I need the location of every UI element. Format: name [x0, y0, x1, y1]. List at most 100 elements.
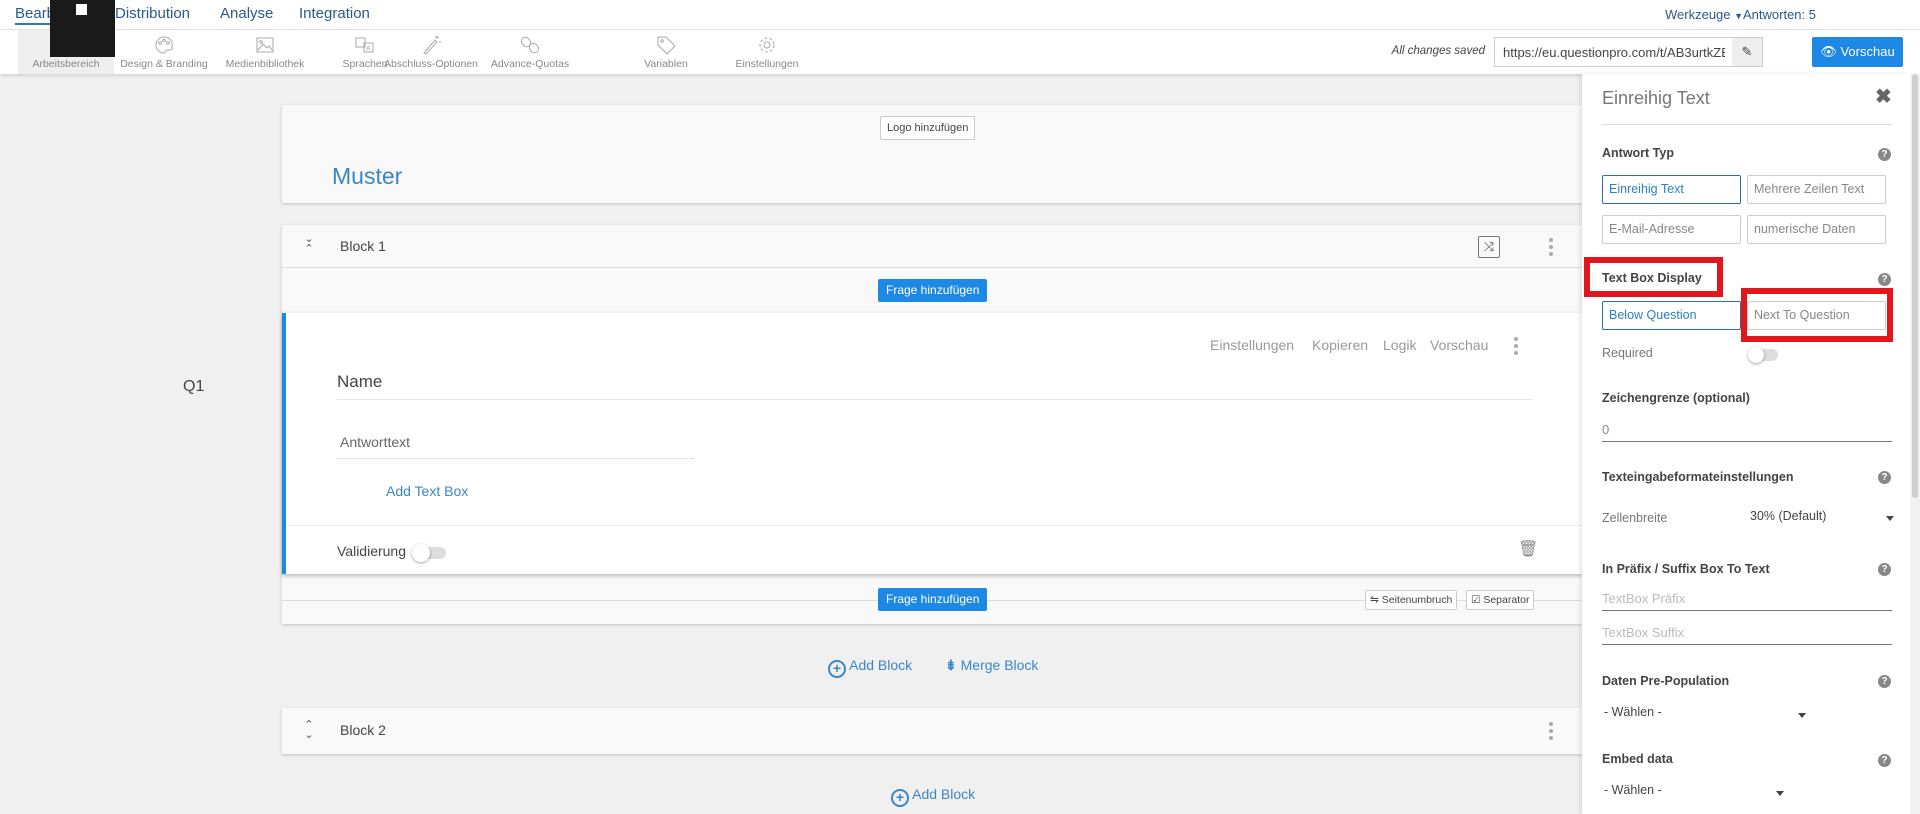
- answer-type-single-line[interactable]: Einreihig Text: [1602, 175, 1741, 204]
- embed-data-label: Embed data: [1602, 752, 1673, 766]
- highlight-box: [1741, 288, 1893, 342]
- required-label: Required: [1602, 346, 1653, 360]
- question-text[interactable]: Name: [337, 372, 382, 392]
- caret-down-icon: [1798, 713, 1806, 718]
- add-logo-button[interactable]: Logo hinzufügen: [880, 116, 976, 140]
- checkbox-checked-icon: ☑: [1471, 594, 1481, 606]
- help-icon[interactable]: ?: [1878, 273, 1891, 286]
- block-menu-icon[interactable]: [1549, 722, 1553, 743]
- tool-variablen[interactable]: Variablen: [618, 30, 714, 74]
- trash-icon[interactable]: 🗑: [1518, 539, 1538, 559]
- block-menu-icon[interactable]: [1549, 238, 1553, 259]
- tool-label: Design & Branding: [120, 58, 208, 70]
- tools-label: Werkzeuge: [1665, 7, 1731, 22]
- tag-icon: [657, 36, 676, 55]
- question-menu-icon[interactable]: [1514, 337, 1518, 358]
- merge-block-button[interactable]: ⇟ Merge Block: [945, 657, 1038, 674]
- plus-circle-icon: +: [828, 660, 846, 678]
- tool-medienbibliothek[interactable]: Medienbibliothek: [217, 30, 313, 74]
- separator-toggle[interactable]: ☑ Separator: [1466, 590, 1535, 610]
- tools-menu[interactable]: Werkzeuge ▼: [1665, 7, 1743, 22]
- expand-icon[interactable]: ⌃ ⌄: [304, 720, 314, 741]
- embed-data-select[interactable]: - Wählen -: [1602, 782, 1787, 802]
- answer-type-multi-line[interactable]: Mehrere Zeilen Text: [1747, 175, 1886, 204]
- link-icon: [520, 36, 540, 54]
- palette-icon: [155, 36, 173, 54]
- help-icon[interactable]: ?: [1878, 675, 1891, 688]
- panel-divider: [1602, 124, 1892, 125]
- answer-text-input[interactable]: Antworttext: [337, 434, 694, 459]
- add-block-button[interactable]: + Add Block: [828, 657, 912, 678]
- pencil-icon: ✎: [1741, 44, 1753, 59]
- question-preview-link[interactable]: Vorschau: [1430, 337, 1488, 353]
- add-question-button[interactable]: Frage hinzufügen: [878, 279, 988, 302]
- panel-scrollbar[interactable]: [1910, 74, 1920, 814]
- collapse-icon[interactable]: ⌄ ⌃: [304, 234, 314, 255]
- magic-wand-icon: [423, 36, 441, 55]
- add-text-box-link[interactable]: Add Text Box: [386, 483, 468, 499]
- question-number: Q1: [183, 378, 205, 395]
- close-icon[interactable]: ✖: [1875, 84, 1892, 109]
- block-title[interactable]: Block 1: [340, 238, 386, 254]
- shuffle-button[interactable]: ⤨: [1478, 236, 1500, 258]
- page-break-icon: ⇋: [1370, 594, 1379, 606]
- tool-label: Abschluss-Optionen: [384, 58, 478, 70]
- prefix-suffix-label: In Präfix / Suffix Box To Text: [1602, 562, 1770, 576]
- add-block-label: Add Block: [912, 786, 976, 802]
- question-logic-link[interactable]: Logik: [1383, 337, 1416, 353]
- help-icon[interactable]: ?: [1878, 563, 1891, 576]
- separator-label: Separator: [1483, 594, 1530, 606]
- cell-width-select[interactable]: 30% (Default): [1750, 508, 1894, 528]
- survey-title[interactable]: Muster: [332, 163, 402, 190]
- question-settings-link[interactable]: Einstellungen: [1210, 337, 1294, 353]
- help-icon[interactable]: ?: [1878, 148, 1891, 161]
- help-icon[interactable]: ?: [1878, 754, 1891, 767]
- tool-label: Arbeitsbereich: [32, 58, 100, 70]
- answer-type-email[interactable]: E-Mail-Adresse: [1602, 215, 1741, 244]
- validation-toggle[interactable]: [412, 544, 446, 562]
- suffix-input[interactable]: TextBox Suffix: [1602, 623, 1892, 645]
- survey-url-text: https://eu.questionpro.com/t/AB3urtkZB3u…: [1503, 45, 1725, 60]
- tab-analyse[interactable]: Analyse: [220, 5, 273, 22]
- panel-title: Einreihig Text: [1602, 88, 1710, 108]
- merge-icon: ⇟: [945, 657, 957, 673]
- toolbar: Arbeitsbereich Design & Branding Medienb…: [0, 30, 1920, 74]
- tool-design-branding[interactable]: Design & Branding: [116, 30, 212, 74]
- question-card[interactable]: Einstellungen Kopieren Logik Vorschau Na…: [282, 313, 1582, 574]
- embed-data-value: - Wählen -: [1604, 783, 1662, 797]
- redaction-mark: [76, 4, 87, 15]
- tool-label: Variablen: [644, 58, 688, 70]
- edit-url-button[interactable]: ✎: [1732, 38, 1762, 66]
- scrollbar-thumb[interactable]: [1912, 74, 1918, 498]
- answer-type-numeric[interactable]: numerische Daten: [1747, 215, 1886, 244]
- char-limit-input[interactable]: 0: [1602, 420, 1892, 442]
- required-toggle[interactable]: [1748, 347, 1778, 363]
- block-title[interactable]: Block 2: [340, 722, 386, 738]
- merge-block-label: Merge Block: [960, 657, 1039, 673]
- question-properties-panel: Einreihig Text ✖ Antwort Typ ? Einreihig…: [1582, 74, 1910, 814]
- tool-einstellungen[interactable]: Einstellungen: [719, 30, 815, 74]
- tool-advance-quotas[interactable]: Advance-Quotas: [482, 30, 578, 74]
- prepopulation-select[interactable]: - Wählen -: [1602, 704, 1807, 724]
- cell-width-label: Zellenbreite: [1602, 511, 1668, 525]
- top-nav: Bearbeiten Distribution Analyse Integrat…: [0, 0, 1920, 30]
- add-block-label: Add Block: [849, 657, 913, 673]
- display-below-question[interactable]: Below Question: [1602, 301, 1741, 330]
- survey-url-field[interactable]: https://eu.questionpro.com/t/AB3urtkZB3u…: [1494, 37, 1763, 67]
- tab-distribution[interactable]: Distribution: [115, 5, 190, 22]
- add-block-button-bottom[interactable]: + Add Block: [891, 786, 975, 807]
- question-copy-link[interactable]: Kopieren: [1312, 337, 1368, 353]
- plus-circle-icon: +: [891, 789, 909, 807]
- tab-integration[interactable]: Integration: [299, 5, 370, 22]
- preview-button[interactable]: 👁 Vorschau: [1812, 37, 1903, 67]
- char-limit-label: Zeichengrenze (optional): [1602, 391, 1750, 405]
- add-question-button-bottom[interactable]: Frage hinzufügen: [878, 588, 988, 611]
- prefix-input[interactable]: TextBox Präfix: [1602, 589, 1892, 611]
- page-break-button[interactable]: ⇋ Seitenumbruch: [1365, 590, 1458, 610]
- eye-icon: 👁: [1820, 44, 1837, 59]
- help-icon[interactable]: ?: [1878, 471, 1891, 484]
- validation-label: Validierung: [337, 543, 407, 559]
- responses-count[interactable]: Antworten: 5: [1743, 7, 1816, 22]
- svg-text:A: A: [366, 46, 371, 53]
- tool-abschluss-optionen[interactable]: Abschluss-Optionen: [383, 30, 479, 74]
